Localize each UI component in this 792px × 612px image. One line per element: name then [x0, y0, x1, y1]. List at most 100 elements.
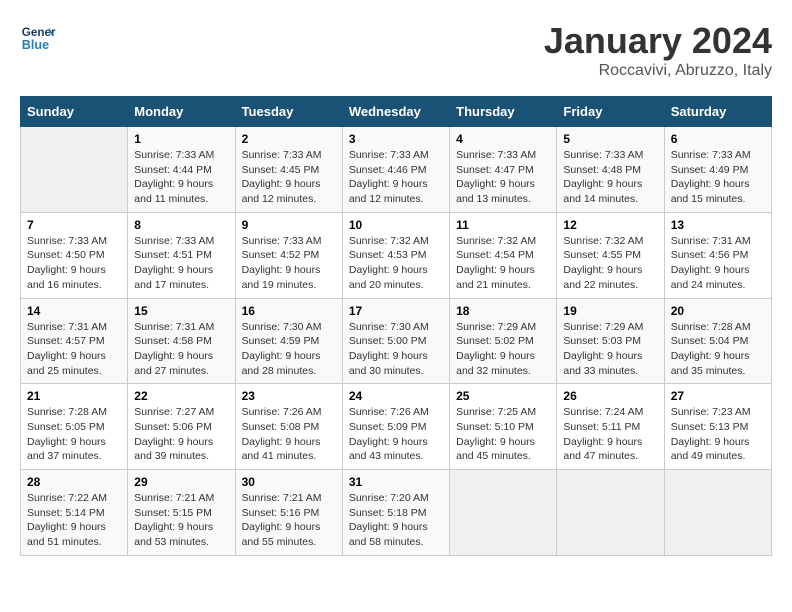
day-info: Sunrise: 7:32 AMSunset: 4:53 PMDaylight:… [349, 234, 443, 293]
day-info: Sunrise: 7:33 AMSunset: 4:51 PMDaylight:… [134, 234, 228, 293]
day-info: Sunrise: 7:27 AMSunset: 5:06 PMDaylight:… [134, 405, 228, 464]
calendar-cell: 23 Sunrise: 7:26 AMSunset: 5:08 PMDayligh… [235, 384, 342, 470]
day-number: 27 [671, 389, 765, 403]
calendar-cell: 18 Sunrise: 7:29 AMSunset: 5:02 PMDayligh… [450, 298, 557, 384]
calendar-cell: 17 Sunrise: 7:30 AMSunset: 5:00 PMDayligh… [342, 298, 449, 384]
day-number: 7 [27, 218, 121, 232]
calendar-cell [450, 470, 557, 556]
calendar-cell: 19 Sunrise: 7:29 AMSunset: 5:03 PMDayligh… [557, 298, 664, 384]
col-header-wednesday: Wednesday [342, 97, 449, 127]
day-info: Sunrise: 7:33 AMSunset: 4:50 PMDaylight:… [27, 234, 121, 293]
calendar-cell: 8 Sunrise: 7:33 AMSunset: 4:51 PMDaylight… [128, 212, 235, 298]
day-number: 3 [349, 132, 443, 146]
day-info: Sunrise: 7:26 AMSunset: 5:08 PMDaylight:… [242, 405, 336, 464]
calendar-week-4: 21Sunrise: 7:28 AMSunset: 5:05 PMDayligh… [21, 384, 772, 470]
day-number: 16 [242, 304, 336, 318]
day-info: Sunrise: 7:32 AMSunset: 4:54 PMDaylight:… [456, 234, 550, 293]
day-number: 10 [349, 218, 443, 232]
day-info: Sunrise: 7:28 AMSunset: 5:04 PMDaylight:… [671, 320, 765, 379]
calendar-cell: 1 Sunrise: 7:33 AMSunset: 4:44 PMDaylight… [128, 127, 235, 213]
day-number: 18 [456, 304, 550, 318]
title-block: January 2024 Roccavivi, Abruzzo, Italy [544, 20, 772, 80]
calendar-cell: 9Sunrise: 7:33 AMSunset: 4:52 PMDaylight… [235, 212, 342, 298]
calendar-cell: 4Sunrise: 7:33 AMSunset: 4:47 PMDaylight… [450, 127, 557, 213]
day-number: 11 [456, 218, 550, 232]
svg-text:Blue: Blue [22, 38, 49, 52]
calendar-cell: 16 Sunrise: 7:30 AMSunset: 4:59 PMDayligh… [235, 298, 342, 384]
calendar-cell: 21Sunrise: 7:28 AMSunset: 5:05 PMDayligh… [21, 384, 128, 470]
day-number: 14 [27, 304, 121, 318]
calendar-cell: 7 Sunrise: 7:33 AMSunset: 4:50 PMDaylight… [21, 212, 128, 298]
day-info: Sunrise: 7:33 AMSunset: 4:44 PMDaylight:… [134, 148, 228, 207]
calendar-cell: 10 Sunrise: 7:32 AMSunset: 4:53 PMDayligh… [342, 212, 449, 298]
day-number: 2 [242, 132, 336, 146]
col-header-saturday: Saturday [664, 97, 771, 127]
calendar-cell: 20 Sunrise: 7:28 AMSunset: 5:04 PMDayligh… [664, 298, 771, 384]
month-title: January 2024 [544, 20, 772, 62]
day-info: Sunrise: 7:30 AMSunset: 5:00 PMDaylight:… [349, 320, 443, 379]
calendar-cell: 30 Sunrise: 7:21 AMSunset: 5:16 PMDayligh… [235, 470, 342, 556]
day-number: 29 [134, 475, 228, 489]
day-info: Sunrise: 7:30 AMSunset: 4:59 PMDaylight:… [242, 320, 336, 379]
day-info: Sunrise: 7:24 AMSunset: 5:11 PMDaylight:… [563, 405, 657, 464]
day-info: Sunrise: 7:28 AMSunset: 5:05 PMDaylight:… [27, 405, 121, 464]
calendar-week-2: 7 Sunrise: 7:33 AMSunset: 4:50 PMDaylight… [21, 212, 772, 298]
day-info: Sunrise: 7:31 AMSunset: 4:57 PMDaylight:… [27, 320, 121, 379]
day-number: 19 [563, 304, 657, 318]
calendar-cell: 24Sunrise: 7:26 AMSunset: 5:09 PMDayligh… [342, 384, 449, 470]
day-number: 1 [134, 132, 228, 146]
col-header-tuesday: Tuesday [235, 97, 342, 127]
day-info: Sunrise: 7:33 AMSunset: 4:47 PMDaylight:… [456, 148, 550, 207]
col-header-friday: Friday [557, 97, 664, 127]
calendar-cell: 25Sunrise: 7:25 AMSunset: 5:10 PMDayligh… [450, 384, 557, 470]
day-number: 31 [349, 475, 443, 489]
calendar-cell [664, 470, 771, 556]
day-info: Sunrise: 7:29 AMSunset: 5:02 PMDaylight:… [456, 320, 550, 379]
day-info: Sunrise: 7:31 AMSunset: 4:56 PMDaylight:… [671, 234, 765, 293]
calendar-cell [21, 127, 128, 213]
day-number: 6 [671, 132, 765, 146]
location: Roccavivi, Abruzzo, Italy [544, 62, 772, 80]
logo: General Blue [20, 20, 56, 56]
calendar-cell: 31Sunrise: 7:20 AMSunset: 5:18 PMDayligh… [342, 470, 449, 556]
day-info: Sunrise: 7:21 AMSunset: 5:16 PMDaylight:… [242, 491, 336, 550]
calendar-cell: 29 Sunrise: 7:21 AMSunset: 5:15 PMDayligh… [128, 470, 235, 556]
day-number: 9 [242, 218, 336, 232]
calendar-cell [557, 470, 664, 556]
day-number: 5 [563, 132, 657, 146]
day-number: 30 [242, 475, 336, 489]
day-info: Sunrise: 7:22 AMSunset: 5:14 PMDaylight:… [27, 491, 121, 550]
day-number: 12 [563, 218, 657, 232]
calendar-week-5: 28Sunrise: 7:22 AMSunset: 5:14 PMDayligh… [21, 470, 772, 556]
page-header: General Blue January 2024 Roccavivi, Abr… [20, 20, 772, 80]
calendar-cell: 22 Sunrise: 7:27 AMSunset: 5:06 PMDayligh… [128, 384, 235, 470]
calendar-cell: 27 Sunrise: 7:23 AMSunset: 5:13 PMDayligh… [664, 384, 771, 470]
calendar-cell: 15Sunrise: 7:31 AMSunset: 4:58 PMDayligh… [128, 298, 235, 384]
calendar-cell: 6 Sunrise: 7:33 AMSunset: 4:49 PMDaylight… [664, 127, 771, 213]
day-info: Sunrise: 7:23 AMSunset: 5:13 PMDaylight:… [671, 405, 765, 464]
calendar-cell: 2Sunrise: 7:33 AMSunset: 4:45 PMDaylight… [235, 127, 342, 213]
day-info: Sunrise: 7:33 AMSunset: 4:49 PMDaylight:… [671, 148, 765, 207]
day-info: Sunrise: 7:29 AMSunset: 5:03 PMDaylight:… [563, 320, 657, 379]
day-number: 24 [349, 389, 443, 403]
day-number: 23 [242, 389, 336, 403]
day-number: 20 [671, 304, 765, 318]
day-number: 17 [349, 304, 443, 318]
day-info: Sunrise: 7:33 AMSunset: 4:46 PMDaylight:… [349, 148, 443, 207]
calendar-week-1: 1 Sunrise: 7:33 AMSunset: 4:44 PMDaylight… [21, 127, 772, 213]
day-number: 26 [563, 389, 657, 403]
day-number: 25 [456, 389, 550, 403]
calendar-cell: 14 Sunrise: 7:31 AMSunset: 4:57 PMDayligh… [21, 298, 128, 384]
day-number: 8 [134, 218, 228, 232]
calendar-cell: 3 Sunrise: 7:33 AMSunset: 4:46 PMDaylight… [342, 127, 449, 213]
col-header-monday: Monday [128, 97, 235, 127]
col-header-sunday: Sunday [21, 97, 128, 127]
calendar-cell: 5Sunrise: 7:33 AMSunset: 4:48 PMDaylight… [557, 127, 664, 213]
day-number: 22 [134, 389, 228, 403]
day-info: Sunrise: 7:31 AMSunset: 4:58 PMDaylight:… [134, 320, 228, 379]
calendar-header: SundayMondayTuesdayWednesdayThursdayFrid… [21, 97, 772, 127]
day-info: Sunrise: 7:21 AMSunset: 5:15 PMDaylight:… [134, 491, 228, 550]
calendar-cell: 28Sunrise: 7:22 AMSunset: 5:14 PMDayligh… [21, 470, 128, 556]
calendar-table: SundayMondayTuesdayWednesdayThursdayFrid… [20, 96, 772, 556]
col-header-thursday: Thursday [450, 97, 557, 127]
